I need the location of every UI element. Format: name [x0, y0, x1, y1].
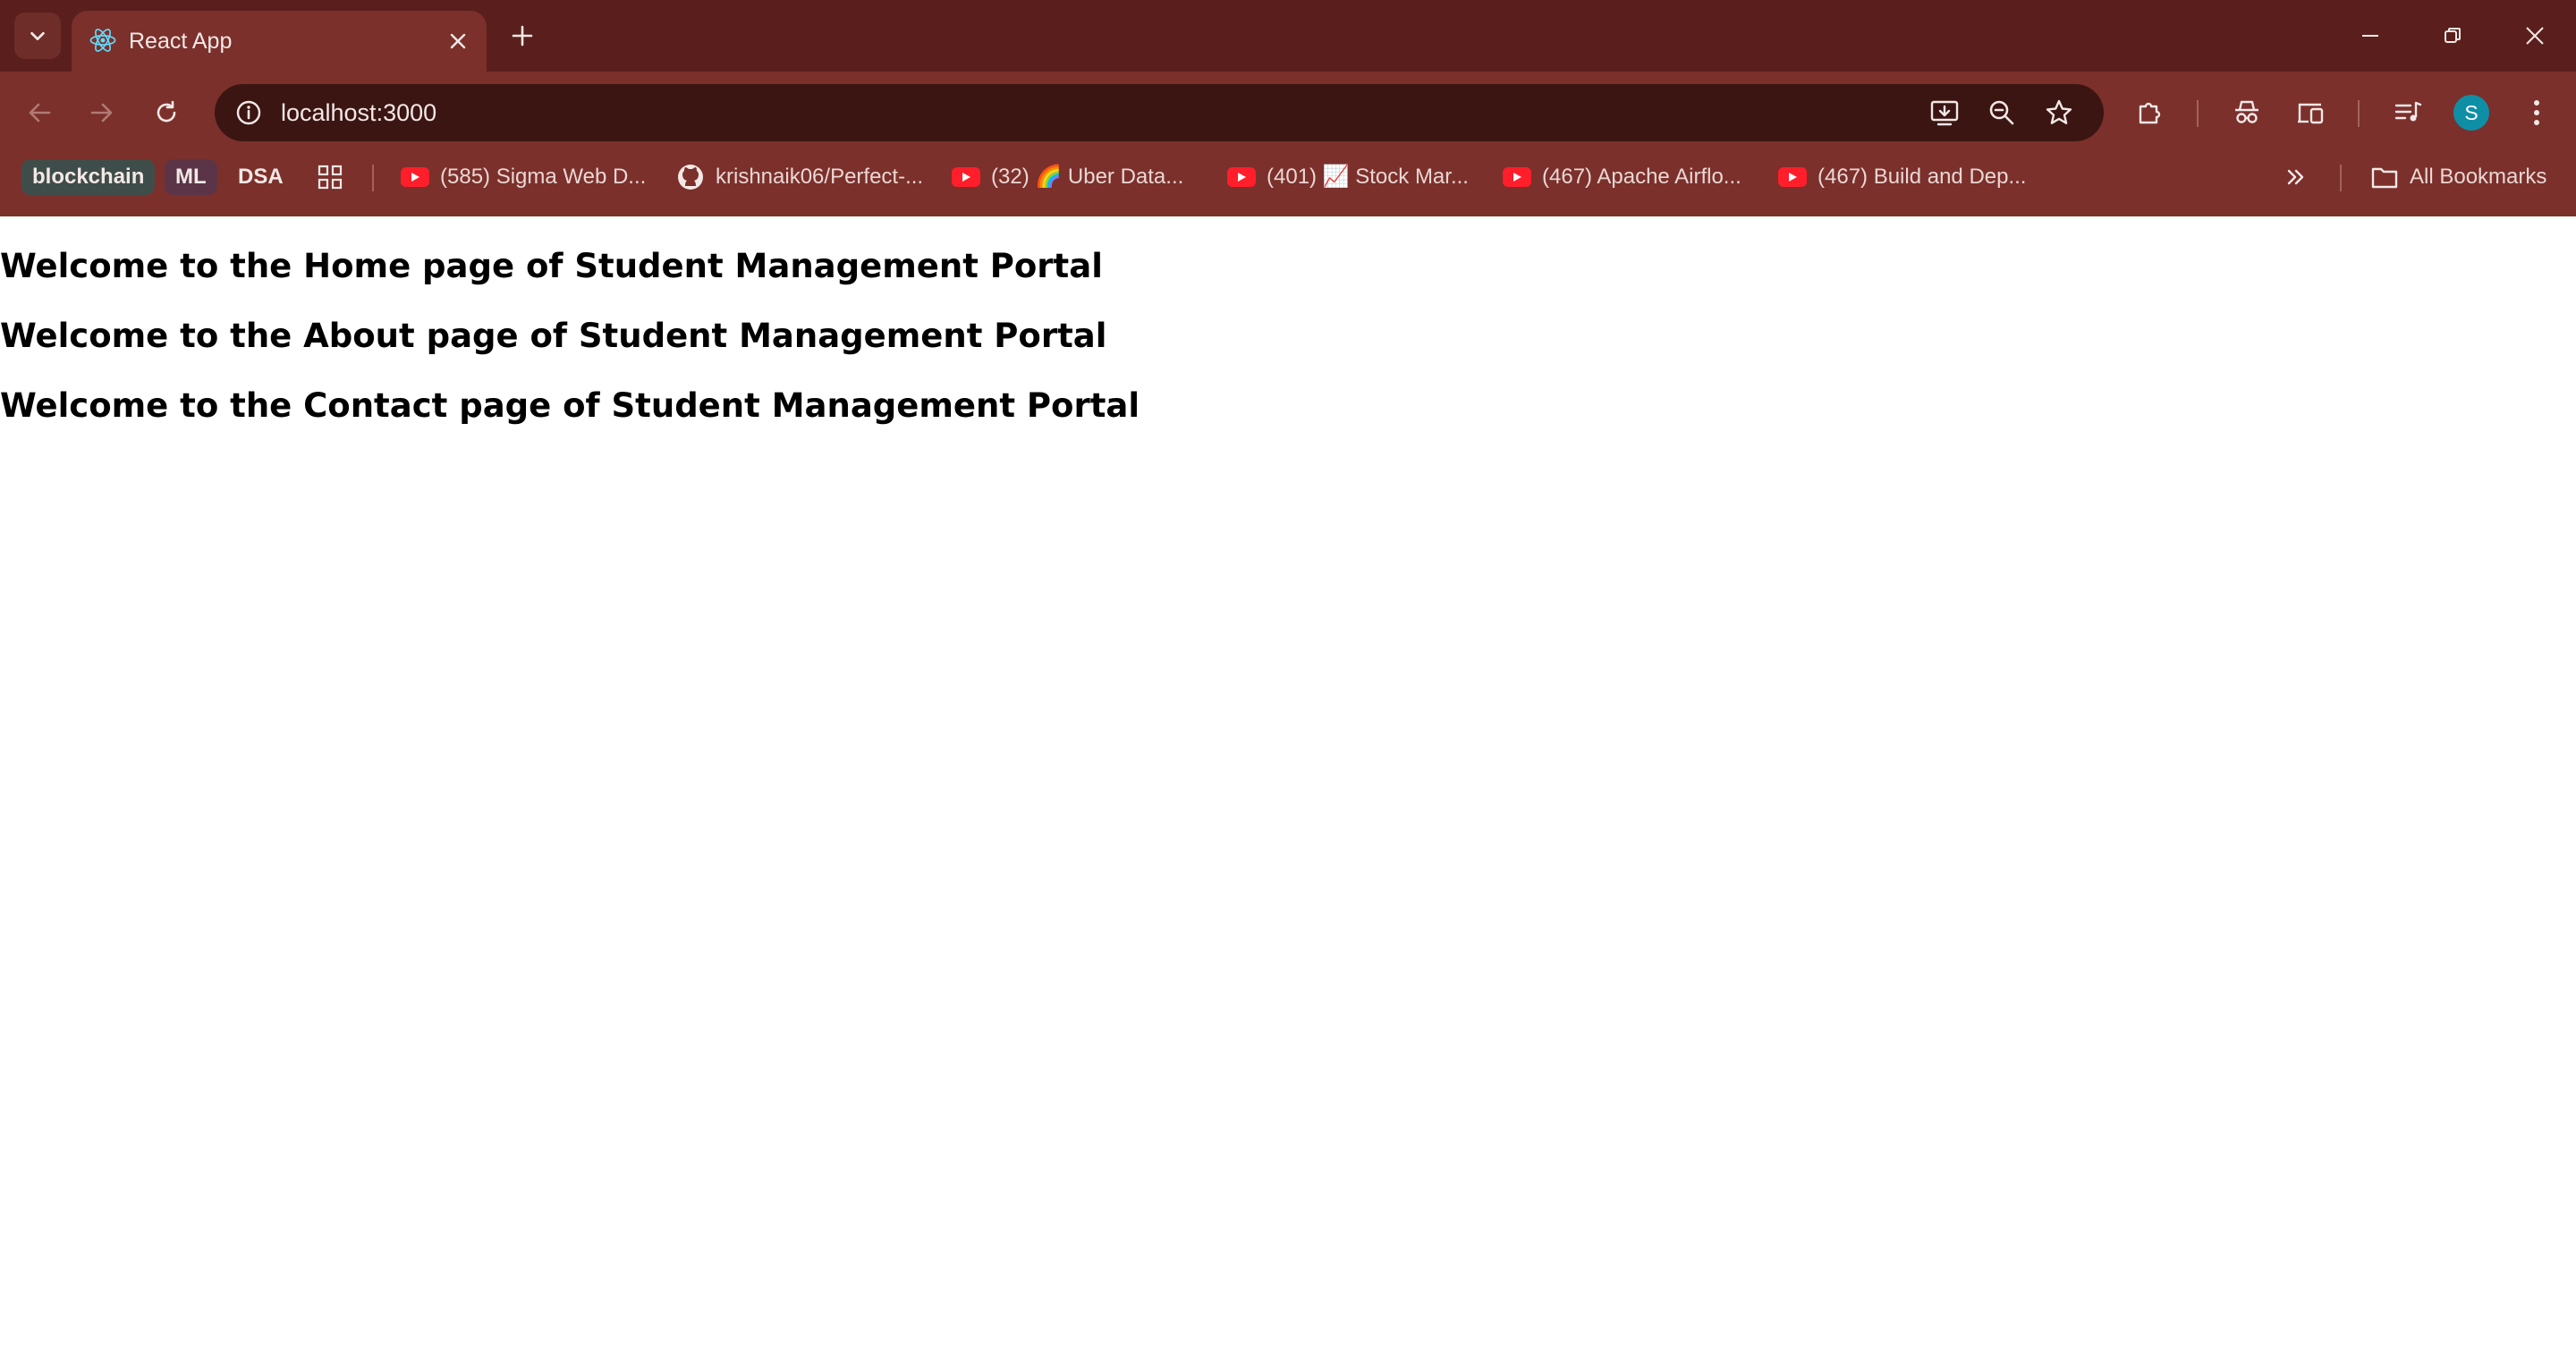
- bookmark-build-and-deploy[interactable]: (467) Build and Dep...: [1778, 159, 2026, 195]
- youtube-icon: [401, 163, 429, 191]
- bookmark-label: (585) Sigma Web D...: [440, 165, 647, 189]
- home-heading: Welcome to the Home page of Student Mana…: [0, 247, 1103, 285]
- folder-icon: [2370, 163, 2399, 191]
- devices-icon: [2298, 103, 2324, 124]
- toolbar-divider: [2358, 100, 2360, 127]
- restore-icon: [2445, 28, 2461, 43]
- minimize-icon: [2362, 35, 2378, 37]
- all-bookmarks-button[interactable]: All Bookmarks: [2370, 159, 2546, 195]
- tab-title: React App: [129, 29, 233, 54]
- bookmarks-overflow-button[interactable]: [2284, 159, 2308, 195]
- close-icon: [450, 33, 466, 49]
- tab-close-button[interactable]: [440, 23, 476, 59]
- bookmark-label: krishnaik06/Perfect-...: [716, 165, 924, 189]
- bookmark-github-perfect[interactable]: krishnaik06/Perfect-...: [676, 159, 923, 195]
- install-app-button[interactable]: [1923, 91, 1966, 134]
- react-icon: [89, 29, 116, 52]
- bookmark-folder-ml[interactable]: ML: [165, 159, 217, 195]
- playlist-icon: [2394, 101, 2422, 122]
- toolbar-divider: [2197, 100, 2199, 127]
- bookmark-stock-market[interactable]: (401) 📈 Stock Mar...: [1227, 159, 1469, 195]
- bookmark-sigma-web[interactable]: (585) Sigma Web D...: [401, 159, 646, 195]
- chevron-double-right-icon: [2287, 169, 2304, 185]
- url-text[interactable]: localhost:3000: [281, 84, 436, 141]
- media-control-button[interactable]: [2385, 89, 2431, 136]
- incognito-button[interactable]: [2224, 89, 2270, 136]
- bookmark-folder-dsa[interactable]: DSA: [227, 159, 294, 195]
- devices-button[interactable]: [2288, 89, 2334, 136]
- bookmark-divider: [372, 165, 374, 191]
- bookmark-star-button[interactable]: [2038, 91, 2080, 134]
- chevron-down-icon: [30, 31, 45, 41]
- profile-avatar[interactable]: S: [2453, 95, 2489, 131]
- plus-icon: [512, 25, 533, 47]
- tab-react-app[interactable]: React App: [72, 11, 487, 72]
- forward-button[interactable]: [79, 89, 125, 136]
- youtube-icon: [952, 163, 980, 191]
- close-window-button[interactable]: [2499, 13, 2571, 59]
- install-icon: [1930, 100, 1959, 126]
- extensions-button[interactable]: [2127, 89, 2174, 136]
- arrow-left-icon: [29, 103, 51, 123]
- bookmark-uber-data[interactable]: (32) 🌈 Uber Data...: [952, 159, 1183, 195]
- apps-button[interactable]: [317, 159, 343, 195]
- puzzle-icon: [2139, 102, 2161, 124]
- youtube-icon: [1503, 163, 1531, 191]
- minimize-button[interactable]: [2334, 13, 2406, 59]
- bookmark-apache-airflow[interactable]: (467) Apache Airflo...: [1503, 159, 1741, 195]
- menu-button[interactable]: [2513, 89, 2560, 136]
- bookmark-divider: [2340, 165, 2342, 191]
- bookmark-label: (467) Apache Airflo...: [1542, 165, 1741, 189]
- about-heading: Welcome to the About page of Student Man…: [0, 317, 1107, 355]
- all-bookmarks-label: All Bookmarks: [2410, 165, 2547, 189]
- bookmark-label: (401) 📈 Stock Mar...: [1267, 165, 1469, 189]
- more-vertical-icon: [2534, 100, 2539, 125]
- zoom-button[interactable]: [1980, 91, 2023, 134]
- apps-grid-icon: [318, 165, 343, 190]
- reload-button[interactable]: [143, 89, 190, 136]
- tab-strip: React App: [0, 0, 2576, 72]
- browser-toolbar: localhost:3000 S: [0, 72, 2576, 154]
- close-icon: [2526, 27, 2544, 45]
- address-bar[interactable]: localhost:3000: [215, 84, 2104, 141]
- bookmarks-bar: blockchain ML DSA (585) Sigma Web D... k…: [0, 154, 2576, 216]
- info-icon: [236, 100, 261, 125]
- site-info-button[interactable]: [227, 91, 270, 134]
- reload-icon: [157, 100, 176, 123]
- youtube-icon: [1227, 163, 1256, 191]
- bookmark-label: (467) Build and Dep...: [1818, 165, 2027, 189]
- restore-button[interactable]: [2417, 13, 2488, 59]
- bookmark-folder-blockchain[interactable]: blockchain: [21, 159, 156, 195]
- arrow-right-icon: [90, 103, 113, 123]
- youtube-icon: [1778, 163, 1807, 191]
- contact-heading: Welcome to the Contact page of Student M…: [0, 386, 1140, 425]
- page-content: Welcome to the Home page of Student Mana…: [0, 216, 2576, 1363]
- spy-icon: [2235, 100, 2258, 123]
- new-tab-button[interactable]: [504, 18, 540, 54]
- tab-search-button[interactable]: [14, 13, 61, 59]
- back-button[interactable]: [16, 89, 63, 136]
- zoom-out-icon: [1989, 100, 2014, 125]
- github-icon: [676, 163, 705, 191]
- bookmark-label: (32) 🌈 Uber Data...: [991, 165, 1184, 189]
- star-icon: [2046, 99, 2072, 124]
